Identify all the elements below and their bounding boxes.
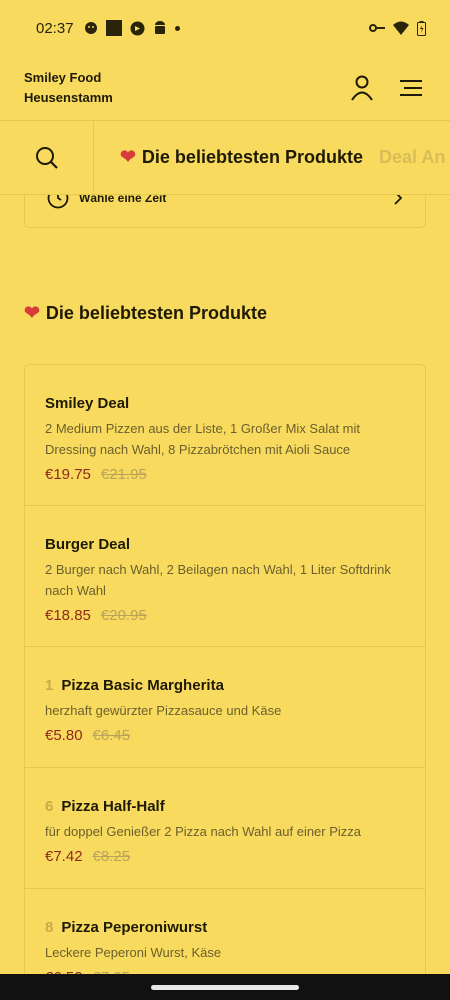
product-item[interactable]: 1 Pizza Basic Margherita herzhaft gewürz… (25, 647, 425, 768)
product-old-price: €6.45 (92, 727, 131, 744)
product-title: 8 Pizza Peperoniwurst (45, 919, 405, 936)
app-header: Smiley Food Heusenstamm (0, 56, 450, 120)
product-price: €5.80 (45, 727, 83, 744)
user-icon (351, 75, 373, 101)
product-name: Smiley Deal (45, 395, 130, 412)
tab-label: Deal An (378, 147, 446, 167)
system-navigation-bar (0, 974, 450, 1000)
search-icon (35, 146, 58, 169)
product-list: Smiley Deal 2 Medium Pizzen aus der List… (24, 364, 426, 1000)
product-description: 2 Medium Pizzen aus der Liste, 1 Großer … (45, 421, 361, 457)
search-button[interactable] (0, 121, 94, 194)
menu-button[interactable] (398, 74, 426, 102)
tab-deals[interactable]: Deal An (379, 147, 445, 168)
product-title: Burger Deal (45, 536, 405, 553)
product-description: für doppel Genießer 2 Pizza nach Wahl au… (45, 824, 362, 839)
status-system-icons (369, 20, 426, 36)
sync-app-icon (130, 21, 145, 35)
product-description: 2 Burger nach Wahl, 2 Beilagen nach Wahl… (45, 562, 391, 598)
product-old-price: €8.25 (92, 848, 131, 865)
product-name: Burger Deal (45, 536, 131, 553)
product-number: 6 (45, 798, 54, 815)
face-icon (84, 22, 97, 34)
product-item[interactable]: 6 Pizza Half-Half für doppel Genießer 2 … (25, 768, 425, 889)
account-button[interactable] (348, 74, 376, 102)
tab-label: Die beliebtesten Produkte (141, 147, 363, 167)
store-city: Heusenstamm (24, 90, 113, 105)
section-title: ❤ Die beliebtesten Produkte (24, 302, 267, 325)
tab-popular-products[interactable]: ❤ Die beliebtesten Produkte (120, 146, 363, 169)
android-icon (154, 20, 165, 34)
product-price: €18.85 (45, 607, 91, 624)
product-old-price: €20.95 (100, 607, 147, 624)
square-app-icon (105, 20, 122, 36)
product-number: 1 (45, 677, 54, 694)
wifi-icon (393, 21, 409, 35)
status-bar: 02:37 (0, 0, 450, 56)
more-notifications-dot (174, 25, 180, 31)
product-description: Leckere Peperoni Wurst, Käse (45, 945, 222, 960)
product-name: Pizza Half-Half (61, 798, 165, 815)
heart-icon: ❤ (120, 147, 136, 168)
product-old-price: €21.95 (100, 466, 147, 483)
product-title: 1 Pizza Basic Margherita (45, 677, 405, 694)
store-name: Smiley Food (24, 70, 102, 85)
product-item[interactable]: Smiley Deal 2 Medium Pizzen aus der List… (25, 365, 425, 506)
product-number: 8 (45, 919, 54, 936)
vpn-key-icon (369, 24, 385, 32)
status-notification-icons (84, 20, 180, 36)
heart-icon: ❤ (24, 303, 40, 324)
category-tab-bar: ❤ Die beliebtesten Produkte Deal An (0, 120, 450, 195)
product-price: €7.42 (45, 848, 83, 865)
category-tabs: ❤ Die beliebtesten Produkte Deal An (94, 146, 450, 169)
product-name: Pizza Peperoniwurst (61, 919, 208, 936)
hamburger-menu-icon (400, 80, 422, 96)
status-time: 02:37 (36, 19, 74, 37)
product-name: Pizza Basic Margherita (61, 677, 224, 694)
home-gesture-handle[interactable] (151, 984, 299, 990)
product-price: €19.75 (45, 466, 91, 483)
product-title: Smiley Deal (45, 395, 405, 412)
product-title: 6 Pizza Half-Half (45, 798, 405, 815)
battery-icon (417, 20, 426, 36)
store-info[interactable]: Smiley Food Heusenstamm (24, 68, 113, 108)
section-title-text: Die beliebtesten Produkte (45, 303, 267, 323)
product-description: herzhaft gewürzter Pizzasauce und Käse (45, 703, 282, 718)
product-item[interactable]: Burger Deal 2 Burger nach Wahl, 2 Beilag… (25, 506, 425, 647)
